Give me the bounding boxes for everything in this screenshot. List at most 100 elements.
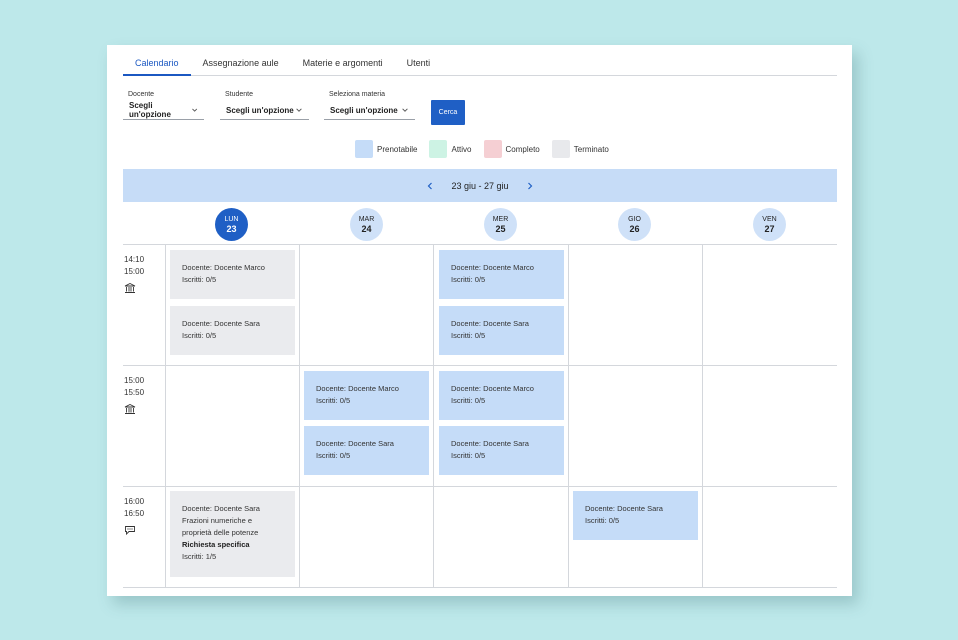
event-enrolled: Iscritti: 0/5 xyxy=(182,331,217,340)
chevron-down-icon xyxy=(296,108,302,112)
chevron-left-icon[interactable] xyxy=(425,181,435,191)
time-slot-2: 15:00 15:50 xyxy=(124,375,144,415)
event-teacher: Docente: Docente Sara xyxy=(585,504,663,513)
event-request-type: Richiesta specifica xyxy=(182,540,250,549)
legend-swatch xyxy=(551,140,570,158)
docente-filter-label: Docente xyxy=(128,91,155,98)
materia-filter-label: Seleziona materia xyxy=(329,91,386,98)
tab-utenti[interactable]: Utenti xyxy=(395,53,443,76)
event-teacher: Docente: Docente Marco xyxy=(182,263,265,272)
grid-line xyxy=(568,244,569,587)
materia-select-value: Scegli un'opzione xyxy=(330,105,398,115)
grid-line xyxy=(123,587,837,588)
day-header-mer[interactable]: MER 25 xyxy=(484,208,517,241)
day-name: GIO xyxy=(628,215,641,223)
legend-item-completo: Completo xyxy=(483,140,540,158)
day-name: MAR xyxy=(358,215,375,223)
event-enrolled: Iscritti: 0/5 xyxy=(182,275,217,284)
grid-line xyxy=(123,486,837,487)
event-teacher: Docente: Docente Marco xyxy=(316,384,399,393)
slot-end: 15:00 xyxy=(124,267,145,276)
tab-materie-argomenti[interactable]: Materie e argomenti xyxy=(291,53,395,76)
docente-select-value: Scegli un'opzione xyxy=(129,101,171,119)
day-header-gio[interactable]: GIO 26 xyxy=(618,208,651,241)
legend-swatch xyxy=(483,140,502,158)
grid-line xyxy=(123,365,837,366)
event-enrolled: Iscritti: 1/5 xyxy=(182,552,217,561)
lesson-card-prenotabile[interactable]: Docente: Docente Sara Iscritti: 0/5 xyxy=(439,426,564,475)
lesson-card-terminato[interactable]: Docente: Docente Sara Frazioni numeriche… xyxy=(170,491,295,577)
day-number: 23 xyxy=(226,223,237,234)
week-navigation: 23 giu - 27 giu xyxy=(123,169,837,202)
event-enrolled: Iscritti: 0/5 xyxy=(451,275,486,284)
chat-icon xyxy=(125,526,135,536)
day-name: VEN xyxy=(762,215,777,223)
day-number: 27 xyxy=(764,223,775,234)
day-header-lun[interactable]: LUN 23 xyxy=(215,208,248,241)
chevron-down-icon xyxy=(191,108,197,112)
grid-line xyxy=(702,244,703,587)
tab-calendario[interactable]: Calendario xyxy=(123,53,191,76)
lesson-card-terminato[interactable]: Docente: Docente Marco Iscritti: 0/5 xyxy=(170,250,295,299)
docente-filter: Docente Scegli un'opzione xyxy=(123,91,204,120)
event-teacher: Docente: Docente Sara xyxy=(451,319,529,328)
week-range: 23 giu - 27 giu xyxy=(451,180,509,191)
event-enrolled: Iscritti: 0/5 xyxy=(451,451,486,460)
legend-label: Terminato xyxy=(573,144,609,154)
slot-start: 15:00 xyxy=(124,376,145,385)
time-slot-1: 14:10 15:00 xyxy=(124,254,144,294)
event-enrolled: Iscritti: 0/5 xyxy=(585,516,620,525)
materia-select[interactable]: Scegli un'opzione xyxy=(324,101,415,120)
docente-select[interactable]: Scegli un'opzione xyxy=(123,101,204,120)
grid-line xyxy=(299,244,300,587)
studente-select[interactable]: Scegli un'opzione xyxy=(220,101,309,120)
event-enrolled: Iscritti: 0/5 xyxy=(451,331,486,340)
day-number: 26 xyxy=(629,223,640,234)
legend-label: Completo xyxy=(505,144,540,154)
legend-swatch xyxy=(355,140,373,158)
event-teacher: Docente: Docente Marco xyxy=(451,384,534,393)
building-icon xyxy=(124,403,136,414)
lesson-card-prenotabile[interactable]: Docente: Docente Sara Iscritti: 0/5 xyxy=(439,306,564,355)
tab-bar: Calendario Assegnazione aule Materie e a… xyxy=(123,53,837,76)
search-button[interactable]: Cerca xyxy=(431,100,465,125)
grid-line xyxy=(433,244,434,587)
tab-assegnazione-aule[interactable]: Assegnazione aule xyxy=(191,53,291,76)
materia-filter: Seleziona materia Scegli un'opzione xyxy=(324,91,415,120)
event-enrolled: Iscritti: 0/5 xyxy=(451,396,486,405)
grid-line xyxy=(123,244,837,245)
lesson-card-prenotabile[interactable]: Docente: Docente Marco Iscritti: 0/5 xyxy=(439,371,564,420)
legend-item-attivo: Attivo xyxy=(429,140,472,158)
lesson-card-prenotabile[interactable]: Docente: Docente Marco Iscritti: 0/5 xyxy=(304,371,429,420)
lesson-card-prenotabile[interactable]: Docente: Docente Sara Iscritti: 0/5 xyxy=(304,426,429,475)
slot-start: 14:10 xyxy=(124,255,145,264)
lesson-card-prenotabile[interactable]: Docente: Docente Marco Iscritti: 0/5 xyxy=(439,250,564,299)
grid-line xyxy=(165,244,166,587)
chevron-right-icon[interactable] xyxy=(525,181,535,191)
chevron-down-icon xyxy=(402,108,408,112)
time-slot-3: 16:00 16:50 xyxy=(124,496,144,536)
building-icon xyxy=(124,282,136,293)
legend-label: Prenotabile xyxy=(377,144,418,154)
legend-item-prenotabile: Prenotabile xyxy=(355,140,417,158)
slot-end: 16:50 xyxy=(124,509,145,518)
event-topic: Frazioni numeriche e xyxy=(182,516,253,525)
lesson-card-prenotabile[interactable]: Docente: Docente Sara Iscritti: 0/5 xyxy=(573,491,698,540)
lesson-card-terminato[interactable]: Docente: Docente Sara Iscritti: 0/5 xyxy=(170,306,295,355)
event-topic: proprietà delle potenze xyxy=(182,528,259,537)
event-teacher: Docente: Docente Sara xyxy=(182,504,260,513)
studente-filter: Studente Scegli un'opzione xyxy=(220,91,309,120)
slot-end: 15:50 xyxy=(124,388,145,397)
event-enrolled: Iscritti: 0/5 xyxy=(316,451,351,460)
event-teacher: Docente: Docente Sara xyxy=(182,319,260,328)
legend-label: Attivo xyxy=(451,144,472,154)
day-header-ven[interactable]: VEN 27 xyxy=(753,208,786,241)
day-number: 24 xyxy=(361,223,372,234)
studente-filter-label: Studente xyxy=(225,91,254,98)
event-enrolled: Iscritti: 0/5 xyxy=(316,396,351,405)
calendar-card: Calendario Assegnazione aule Materie e a… xyxy=(107,45,852,596)
status-legend: Prenotabile Attivo Completo Terminato xyxy=(355,140,621,158)
event-teacher: Docente: Docente Sara xyxy=(316,439,394,448)
slot-start: 16:00 xyxy=(124,497,145,506)
day-header-mar[interactable]: MAR 24 xyxy=(350,208,383,241)
